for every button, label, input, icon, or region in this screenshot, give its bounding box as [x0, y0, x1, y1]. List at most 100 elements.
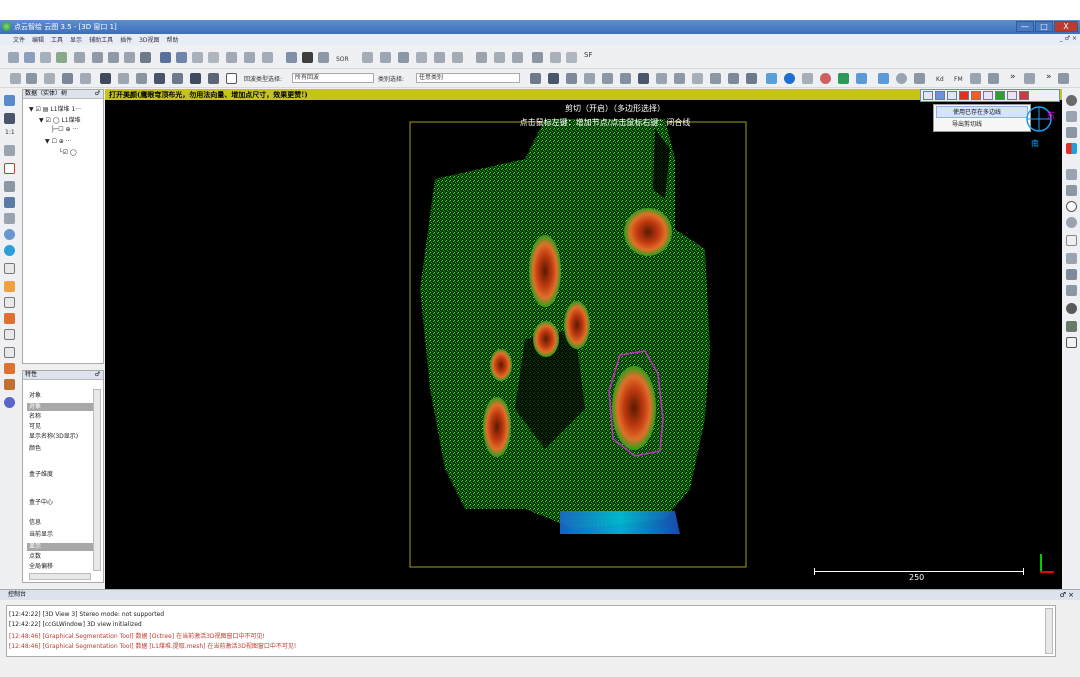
crosshair-icon[interactable]: [4, 145, 15, 156]
console-log[interactable]: [12:42:22] [3D View 3] Stereo mode: not …: [6, 605, 1056, 657]
prop-row[interactable]: 对象: [27, 403, 93, 411]
north-icon[interactable]: [1066, 235, 1077, 246]
view-back-icon[interactable]: [4, 313, 15, 324]
dots-icon[interactable]: [766, 73, 777, 84]
view-right-icon[interactable]: [4, 329, 15, 340]
fm-label[interactable]: FM: [954, 76, 963, 83]
crop-icon[interactable]: [124, 52, 135, 63]
bar-chart-icon[interactable]: [62, 73, 73, 84]
no-entry-icon[interactable]: [1066, 95, 1077, 106]
flower-icon[interactable]: [820, 73, 831, 84]
pencil-icon[interactable]: [8, 52, 19, 63]
sample-icon[interactable]: [160, 52, 171, 63]
sort-icon[interactable]: [136, 73, 147, 84]
delete-icon[interactable]: [140, 52, 151, 63]
auto-icon[interactable]: [4, 163, 15, 174]
delete-selection-icon[interactable]: [1007, 91, 1017, 100]
kd-label[interactable]: Kd: [936, 76, 944, 83]
color-grid-icon[interactable]: [1066, 143, 1077, 154]
export-icon[interactable]: [566, 73, 577, 84]
slash-circle-icon[interactable]: [1066, 201, 1077, 212]
section-icon[interactable]: [434, 52, 445, 63]
sor-label[interactable]: SOR: [336, 56, 349, 63]
split-view-icon[interactable]: [530, 73, 541, 84]
target-icon[interactable]: [620, 73, 631, 84]
move-icon[interactable]: [4, 213, 15, 224]
scalar-icon[interactable]: [302, 52, 313, 63]
panel-icon[interactable]: [1066, 169, 1077, 180]
chip-icon[interactable]: [638, 73, 649, 84]
menu-edit[interactable]: 编辑: [32, 35, 44, 44]
search-icon[interactable]: [728, 73, 739, 84]
console-scrollbar[interactable]: [1045, 608, 1053, 654]
layers-icon[interactable]: [118, 73, 129, 84]
diagonal-icon[interactable]: [172, 73, 183, 84]
iso-view-2-icon[interactable]: [4, 379, 15, 390]
translate-icon[interactable]: [92, 52, 103, 63]
iso-view-icon[interactable]: [4, 363, 15, 374]
zoom-icon[interactable]: [4, 229, 15, 240]
sf-label[interactable]: SF: [584, 51, 592, 59]
sun-icon[interactable]: [896, 73, 907, 84]
menu-help[interactable]: 帮助: [167, 35, 179, 44]
compare-icon[interactable]: [262, 52, 273, 63]
console-controls[interactable]: ♂ ×: [1060, 590, 1074, 600]
dots-color-icon[interactable]: [4, 397, 15, 408]
color-icon[interactable]: [286, 52, 297, 63]
more-tools-1[interactable]: »: [1010, 72, 1016, 82]
maximize-button[interactable]: □: [1035, 21, 1053, 32]
menu-aux-tools[interactable]: 辅助工具: [89, 35, 113, 44]
tree-item-root[interactable]: ▼ ☑ ▤ L1煤堆 1···: [29, 104, 81, 113]
points-icon[interactable]: [10, 73, 21, 84]
polygon-icon[interactable]: [947, 91, 957, 100]
texture-icon[interactable]: [1066, 269, 1077, 280]
cancel-icon[interactable]: [1019, 91, 1029, 100]
sphere-icon[interactable]: [1066, 303, 1077, 314]
warning-icon[interactable]: [692, 73, 703, 84]
ruler-icon[interactable]: [710, 73, 721, 84]
view-left-icon[interactable]: [4, 297, 15, 308]
align-icon[interactable]: [244, 52, 255, 63]
list-icon[interactable]: [74, 52, 85, 63]
menu-display[interactable]: 显示: [70, 35, 82, 44]
arch-icon[interactable]: [1066, 337, 1077, 348]
pick-icon[interactable]: [416, 52, 427, 63]
box-icon[interactable]: [226, 73, 237, 84]
close-button[interactable]: X: [1054, 21, 1078, 32]
merge-icon[interactable]: [56, 52, 67, 63]
menu-3d-view[interactable]: 3D视图: [139, 35, 159, 44]
pause-icon[interactable]: [923, 91, 933, 100]
properties-scrollbar[interactable]: [93, 389, 101, 571]
menu-file[interactable]: 文件: [13, 35, 25, 44]
cloud-2-icon[interactable]: [802, 73, 813, 84]
properties-pin[interactable]: ♂: [95, 371, 100, 379]
more-tools-2[interactable]: »: [1046, 72, 1052, 82]
grid-view-icon[interactable]: [746, 73, 757, 84]
volume-icon[interactable]: [494, 52, 505, 63]
tree-item-child3[interactable]: └☑ ◯: [59, 149, 77, 156]
view-front-icon[interactable]: [4, 263, 15, 274]
chart-icon[interactable]: [476, 52, 487, 63]
export-cut-line-item[interactable]: 导出剪切线: [936, 119, 1028, 131]
add-icon[interactable]: [550, 52, 561, 63]
clone-icon[interactable]: [40, 52, 51, 63]
arrow-left-icon[interactable]: [4, 181, 15, 192]
normal-icon[interactable]: [176, 52, 187, 63]
measure-icon[interactable]: [452, 52, 463, 63]
tree-item-l1[interactable]: ▼ ☑ ◯ L1煤堆: [39, 115, 81, 124]
monitor-icon[interactable]: [4, 95, 15, 106]
reset-icon[interactable]: [983, 91, 993, 100]
save-icon[interactable]: [24, 52, 35, 63]
table-icon[interactable]: [100, 73, 111, 84]
register-icon[interactable]: [226, 52, 237, 63]
edit-icon[interactable]: [398, 52, 409, 63]
frame-select-icon[interactable]: [856, 73, 867, 84]
plus-icon[interactable]: [380, 52, 391, 63]
scale-ratio-label[interactable]: 1:1: [5, 129, 15, 136]
eye-icon[interactable]: [784, 73, 795, 84]
view-top-icon[interactable]: [4, 281, 15, 292]
frame-icon[interactable]: [602, 73, 613, 84]
split-icon[interactable]: [44, 73, 55, 84]
map-2-icon[interactable]: [1066, 127, 1077, 138]
tool-b-icon[interactable]: [988, 73, 999, 84]
